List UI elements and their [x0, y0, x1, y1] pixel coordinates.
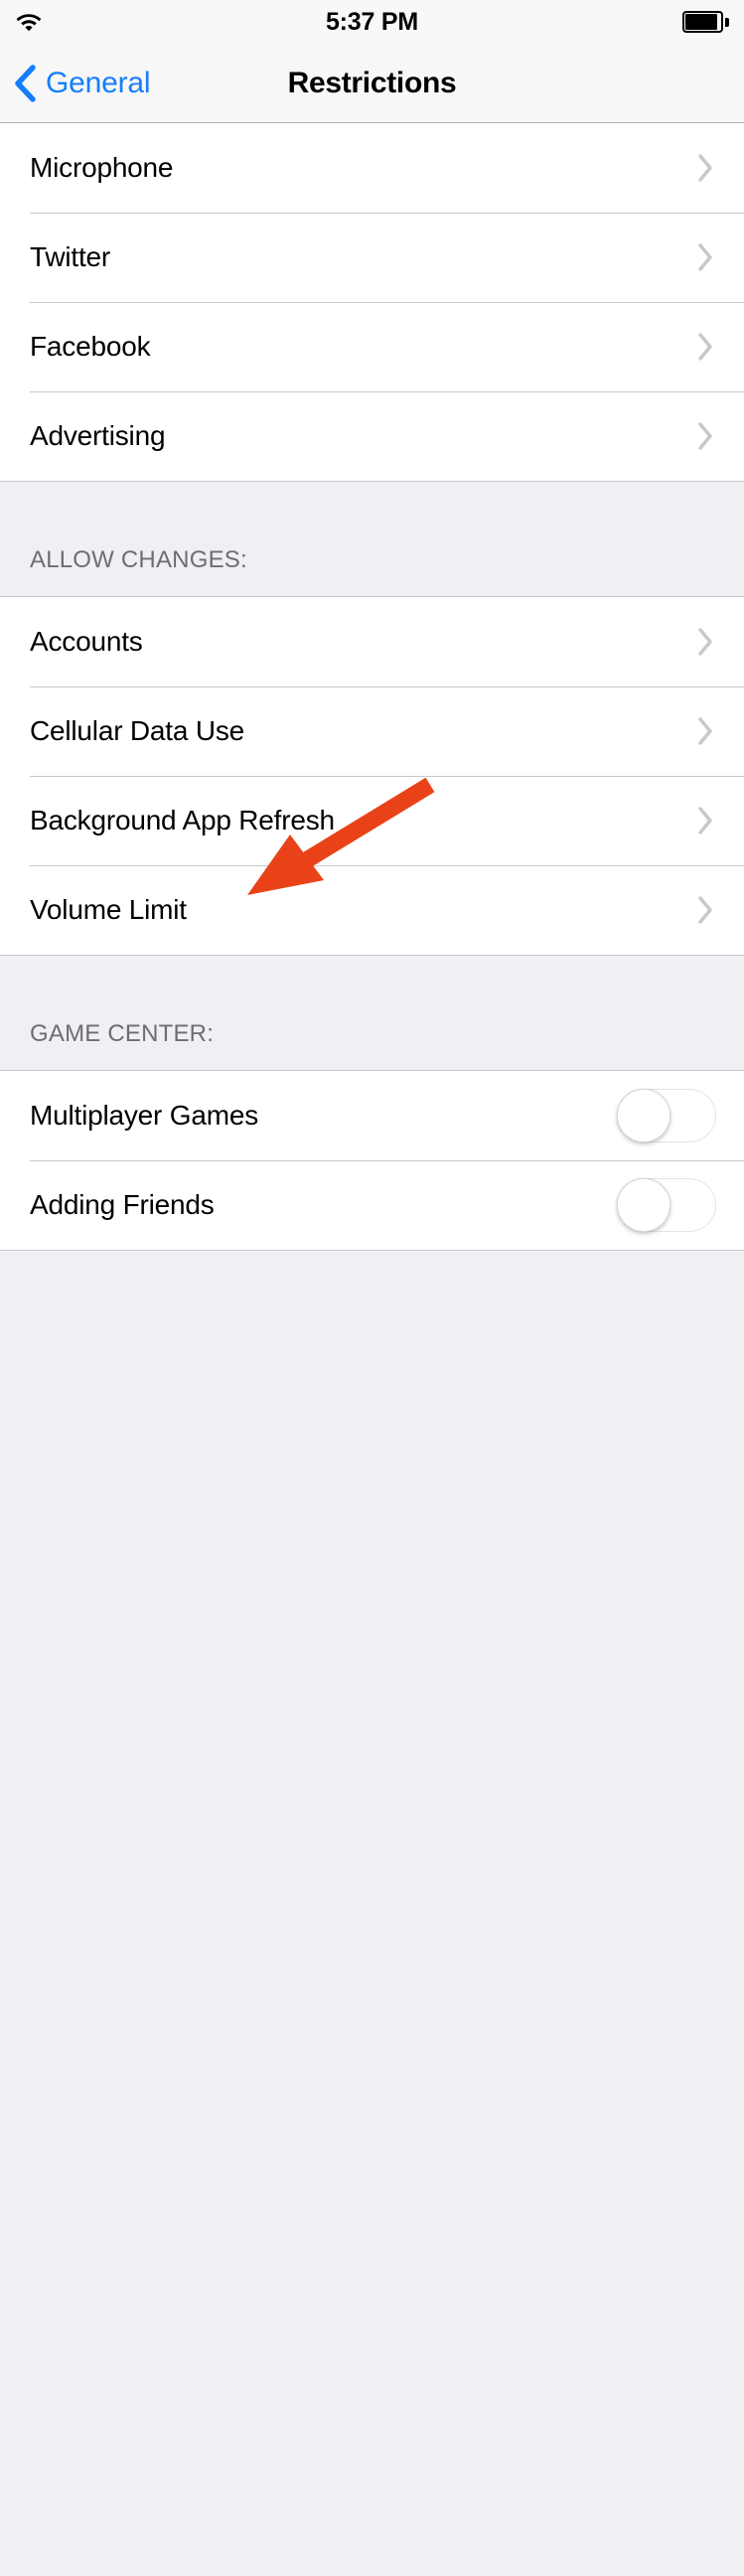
list-item[interactable]: Microphone — [0, 123, 744, 213]
list-item-label: Advertising — [30, 420, 166, 451]
list-item[interactable]: Adding Friends — [0, 1160, 744, 1250]
list-item-label: Background App Refresh — [30, 805, 335, 835]
navigation-bar: General Restrictions — [0, 44, 744, 123]
page-background-bottom — [0, 1250, 744, 2576]
list-section-game-center: Multiplayer Games Adding Friends — [0, 1071, 744, 1250]
list-item-volume-limit[interactable]: Volume Limit — [0, 865, 744, 955]
toggle-switch-adding-friends[interactable] — [617, 1178, 716, 1232]
status-bar-time: 5:37 PM — [325, 8, 419, 36]
battery-icon — [682, 11, 730, 34]
list-item[interactable]: Accounts — [0, 597, 744, 686]
list-item[interactable]: Background App Refresh — [0, 776, 744, 865]
list-item[interactable]: Facebook — [0, 302, 744, 391]
chevron-right-icon — [697, 242, 714, 272]
chevron-right-icon — [697, 627, 714, 657]
chevron-right-icon — [697, 806, 714, 835]
list-item-label: Facebook — [30, 331, 151, 362]
list-item-label: Microphone — [30, 152, 174, 183]
list-section-allow-changes: Accounts Cellular Data Use Background Ap… — [0, 597, 744, 955]
list-section-privacy: Microphone Twitter Facebook Advertising — [0, 123, 744, 481]
list-item-label: Accounts — [30, 626, 143, 657]
list-item-label: Multiplayer Games — [30, 1100, 259, 1131]
list-item-label: Volume Limit — [30, 894, 187, 925]
chevron-right-icon — [697, 332, 714, 362]
toggle-knob — [617, 1089, 670, 1142]
list-item-label: Cellular Data Use — [30, 715, 245, 746]
list-item[interactable]: Advertising — [0, 391, 744, 481]
chevron-right-icon — [697, 153, 714, 183]
chevron-right-icon — [697, 421, 714, 451]
section-header-game-center: GAME CENTER: — [0, 955, 744, 1071]
list-item-label: Adding Friends — [30, 1189, 215, 1220]
section-header-label: GAME CENTER: — [30, 1020, 215, 1047]
toggle-knob — [617, 1178, 670, 1232]
section-header-allow-changes: ALLOW CHANGES: — [0, 481, 744, 597]
toggle-switch-multiplayer-games[interactable] — [617, 1089, 716, 1142]
section-header-label: ALLOW CHANGES: — [30, 546, 247, 573]
list-item[interactable]: Twitter — [0, 213, 744, 302]
list-item[interactable]: Cellular Data Use — [0, 686, 744, 776]
list-item[interactable]: Multiplayer Games — [0, 1071, 744, 1160]
chevron-right-icon — [697, 895, 714, 925]
page-title: Restrictions — [287, 66, 457, 99]
status-bar: 5:37 PM — [0, 0, 744, 44]
list-item-label: Twitter — [30, 241, 111, 272]
chevron-right-icon — [697, 716, 714, 746]
